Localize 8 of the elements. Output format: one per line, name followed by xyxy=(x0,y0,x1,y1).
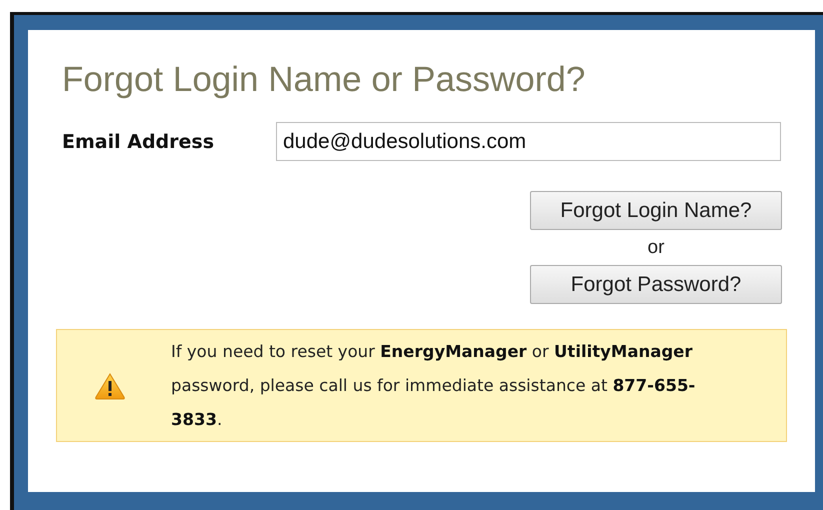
forgot-login-button[interactable]: Forgot Login Name? xyxy=(530,191,782,230)
notice-text: If you need to reset your EnergyManager or UtilityManager password, please call us for immediate assistance at 877-655-3833. xyxy=(171,340,696,430)
email-label: Email Address xyxy=(62,130,216,152)
forgot-password-button[interactable]: Forgot Password? xyxy=(530,265,782,304)
email-field[interactable]: dude@dudesolutions.com xyxy=(276,122,781,161)
separator-text: or xyxy=(648,236,664,260)
warning-icon xyxy=(94,372,126,400)
page-title: Forgot Login Name or Password? xyxy=(62,60,586,100)
